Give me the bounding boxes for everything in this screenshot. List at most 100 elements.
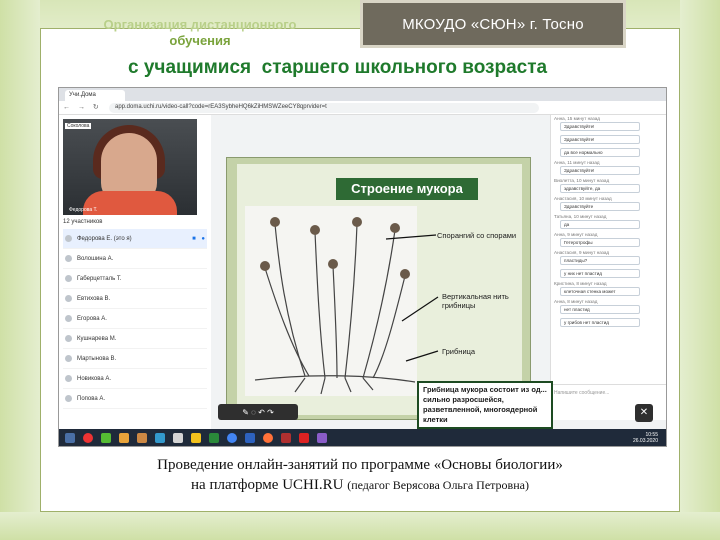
chat-message-text: здравствуйте, да <box>560 184 640 193</box>
participant-name: Новикова А. <box>77 375 112 382</box>
taskbar-clock: 10:55 26.03.2020 <box>633 432 658 444</box>
participant-item[interactable]: Егорова А. <box>63 309 207 329</box>
avatar <box>65 235 72 242</box>
label-sporangium: Спорангий со спорами <box>437 231 517 240</box>
chat-message: Виолетта, 10 минут назад здравствуйте, да <box>551 177 666 195</box>
app-icon[interactable] <box>317 433 327 443</box>
participant-name: Кушнарева М. <box>77 335 117 342</box>
app-icon[interactable] <box>101 433 111 443</box>
slide-frame-bottom <box>0 512 720 540</box>
chat-message-text: да <box>560 220 640 229</box>
caption-line2: на платформе UCHI.RU (педагог Верясова О… <box>60 475 660 495</box>
org-title-line1: Организация дистанционного <box>103 17 297 32</box>
chat-message: Анна, 9 минут назад Гетеротрофы <box>551 231 666 249</box>
participant-item[interactable]: Габерцетталь Т. <box>63 269 207 289</box>
chat-message-text: Здравствуйте! <box>560 135 640 144</box>
participant-item[interactable]: Федорова Е. (это я) ■ ● <box>63 229 207 249</box>
participant-item[interactable]: Новикова А. <box>63 369 207 389</box>
avatar <box>65 295 72 302</box>
org-title: Организация дистанционного обучения <box>60 17 340 49</box>
chat-panel: Анна, 15 минут назад Здравствуйте! Здравст… <box>550 115 666 420</box>
avatar <box>65 335 72 342</box>
slide-frame-right <box>680 0 720 540</box>
chat-message-text: пластиды? <box>560 256 640 265</box>
yandex-icon[interactable] <box>299 433 309 443</box>
whiteboard-note: Грибница мукора состоит из од... сильно … <box>417 381 553 429</box>
browser-tabbar: Учи.Дома <box>59 88 666 101</box>
caption-platform: на платформе UCHI.RU <box>191 477 344 493</box>
label-hypha: Вертикальная нить грибницы <box>442 292 509 310</box>
start-icon[interactable] <box>65 433 75 443</box>
label-mycelium: Грибница <box>442 347 476 356</box>
label-hypha-line2: грибницы <box>442 301 476 310</box>
slide-subtitle: с учащимися старшего школьного возраста <box>128 57 548 78</box>
chat-message-meta: Анна, 9 минут назад <box>554 232 598 237</box>
chrome-icon[interactable] <box>227 433 237 443</box>
pointer-arrows <box>385 234 439 362</box>
chat-message: у них нет пластид <box>551 267 666 280</box>
avatar <box>65 395 72 402</box>
chat-message: Анна, 11 минут назад Здравствуйте! <box>551 159 666 177</box>
folder-icon[interactable] <box>191 433 201 443</box>
chat-message: Анастасия, 10 минут назад Здравствуйте <box>551 195 666 213</box>
chat-message-meta: Кристина, 8 минут назад <box>554 281 607 286</box>
avatar <box>65 315 72 322</box>
mic-camera-icons[interactable]: ■ ● <box>192 236 207 242</box>
label-hypha-line1: Вертикальная нить <box>442 292 509 301</box>
participant-name: Федорова Е. (это я) <box>77 235 132 242</box>
chat-message-text: Здравствуйте! <box>560 166 640 175</box>
org-badge: МКОУДО «СЮН» г. Тосно <box>360 0 626 48</box>
app-icon[interactable] <box>119 433 129 443</box>
chat-message: Здравствуйте! <box>551 133 666 146</box>
chat-input[interactable]: Напишите сообщение... <box>550 384 666 400</box>
chat-message: да все нормально <box>551 146 666 159</box>
app-icon[interactable] <box>209 433 219 443</box>
participant-name: Попова А. <box>77 395 106 402</box>
participant-item[interactable]: Евтихова В. <box>63 289 207 309</box>
browser-nav-icons[interactable]: ← → ↻ <box>63 103 102 111</box>
participant-name: Егорова А. <box>77 315 107 322</box>
chat-message-meta: Татьяна, 10 минут назад <box>554 214 607 219</box>
participants-list: Федорова Е. (это я) ■ ● Волошина А. Габер… <box>63 229 207 409</box>
avatar <box>65 375 72 382</box>
participant-item[interactable]: Попова А. <box>63 389 207 409</box>
chat-message-text: Здравствуйте <box>560 202 640 211</box>
chat-message: Кристина, 8 минут назад клеточная стенка … <box>551 280 666 298</box>
chat-messages: Анна, 15 минут назад Здравствуйте! Здравст… <box>551 115 666 329</box>
app-icon[interactable] <box>173 433 183 443</box>
close-icon[interactable]: ✕ <box>635 404 653 422</box>
browser-icon[interactable] <box>83 433 93 443</box>
participant-name: Габерцетталь Т. <box>77 275 122 282</box>
word-icon[interactable] <box>245 433 255 443</box>
app-icon[interactable] <box>281 433 291 443</box>
participants-count: 12 участников <box>63 219 103 225</box>
slide-frame-left <box>0 0 40 540</box>
firefox-icon[interactable] <box>263 433 273 443</box>
participant-name: Волошина А. <box>77 255 114 262</box>
slide-caption: Проведение онлайн-занятий по программе «… <box>60 455 660 495</box>
clock-date: 26.03.2020 <box>632 438 658 444</box>
chat-message-meta: Анастасия, 9 минут назад <box>554 250 610 255</box>
taskbar: 10:55 26.03.2020 <box>59 429 666 446</box>
browser-tab[interactable]: Учи.Дома <box>65 90 125 101</box>
chat-message-meta: Виолетта, 10 минут назад <box>554 178 610 183</box>
chat-message-text: да все нормально <box>560 148 640 157</box>
app-icon[interactable] <box>155 433 165 443</box>
video-name: Федорова Т. <box>69 207 98 213</box>
participant-name: Мартынова В. <box>77 355 117 362</box>
avatar <box>65 355 72 362</box>
chat-message-meta: Анна, 8 минут назад <box>554 299 598 304</box>
chat-message-meta: Анна, 15 минут назад <box>554 116 600 121</box>
url-field[interactable]: app.doma.uchi.ru/video-call?code=rEA3Syb… <box>109 103 539 113</box>
participant-item[interactable]: Волошина А. <box>63 249 207 269</box>
org-title-line2: обучения <box>169 33 231 48</box>
drawing-toolbar[interactable]: ✎ ◌ ↶ ↷ <box>218 404 298 420</box>
chat-message: Анна, 8 минут назад нет пластид <box>551 298 666 316</box>
app-icon[interactable] <box>137 433 147 443</box>
participant-item[interactable]: Кушнарева М. <box>63 329 207 349</box>
chat-message-meta: Анна, 11 минут назад <box>554 160 600 165</box>
caption-note: (педагог Верясова Ольга Петровна) <box>347 478 529 492</box>
teacher-video: Соколова Федорова Т. <box>63 119 197 215</box>
participant-item[interactable]: Мартынова В. <box>63 349 207 369</box>
chat-message-text: у грибов нет пластид <box>560 318 640 327</box>
